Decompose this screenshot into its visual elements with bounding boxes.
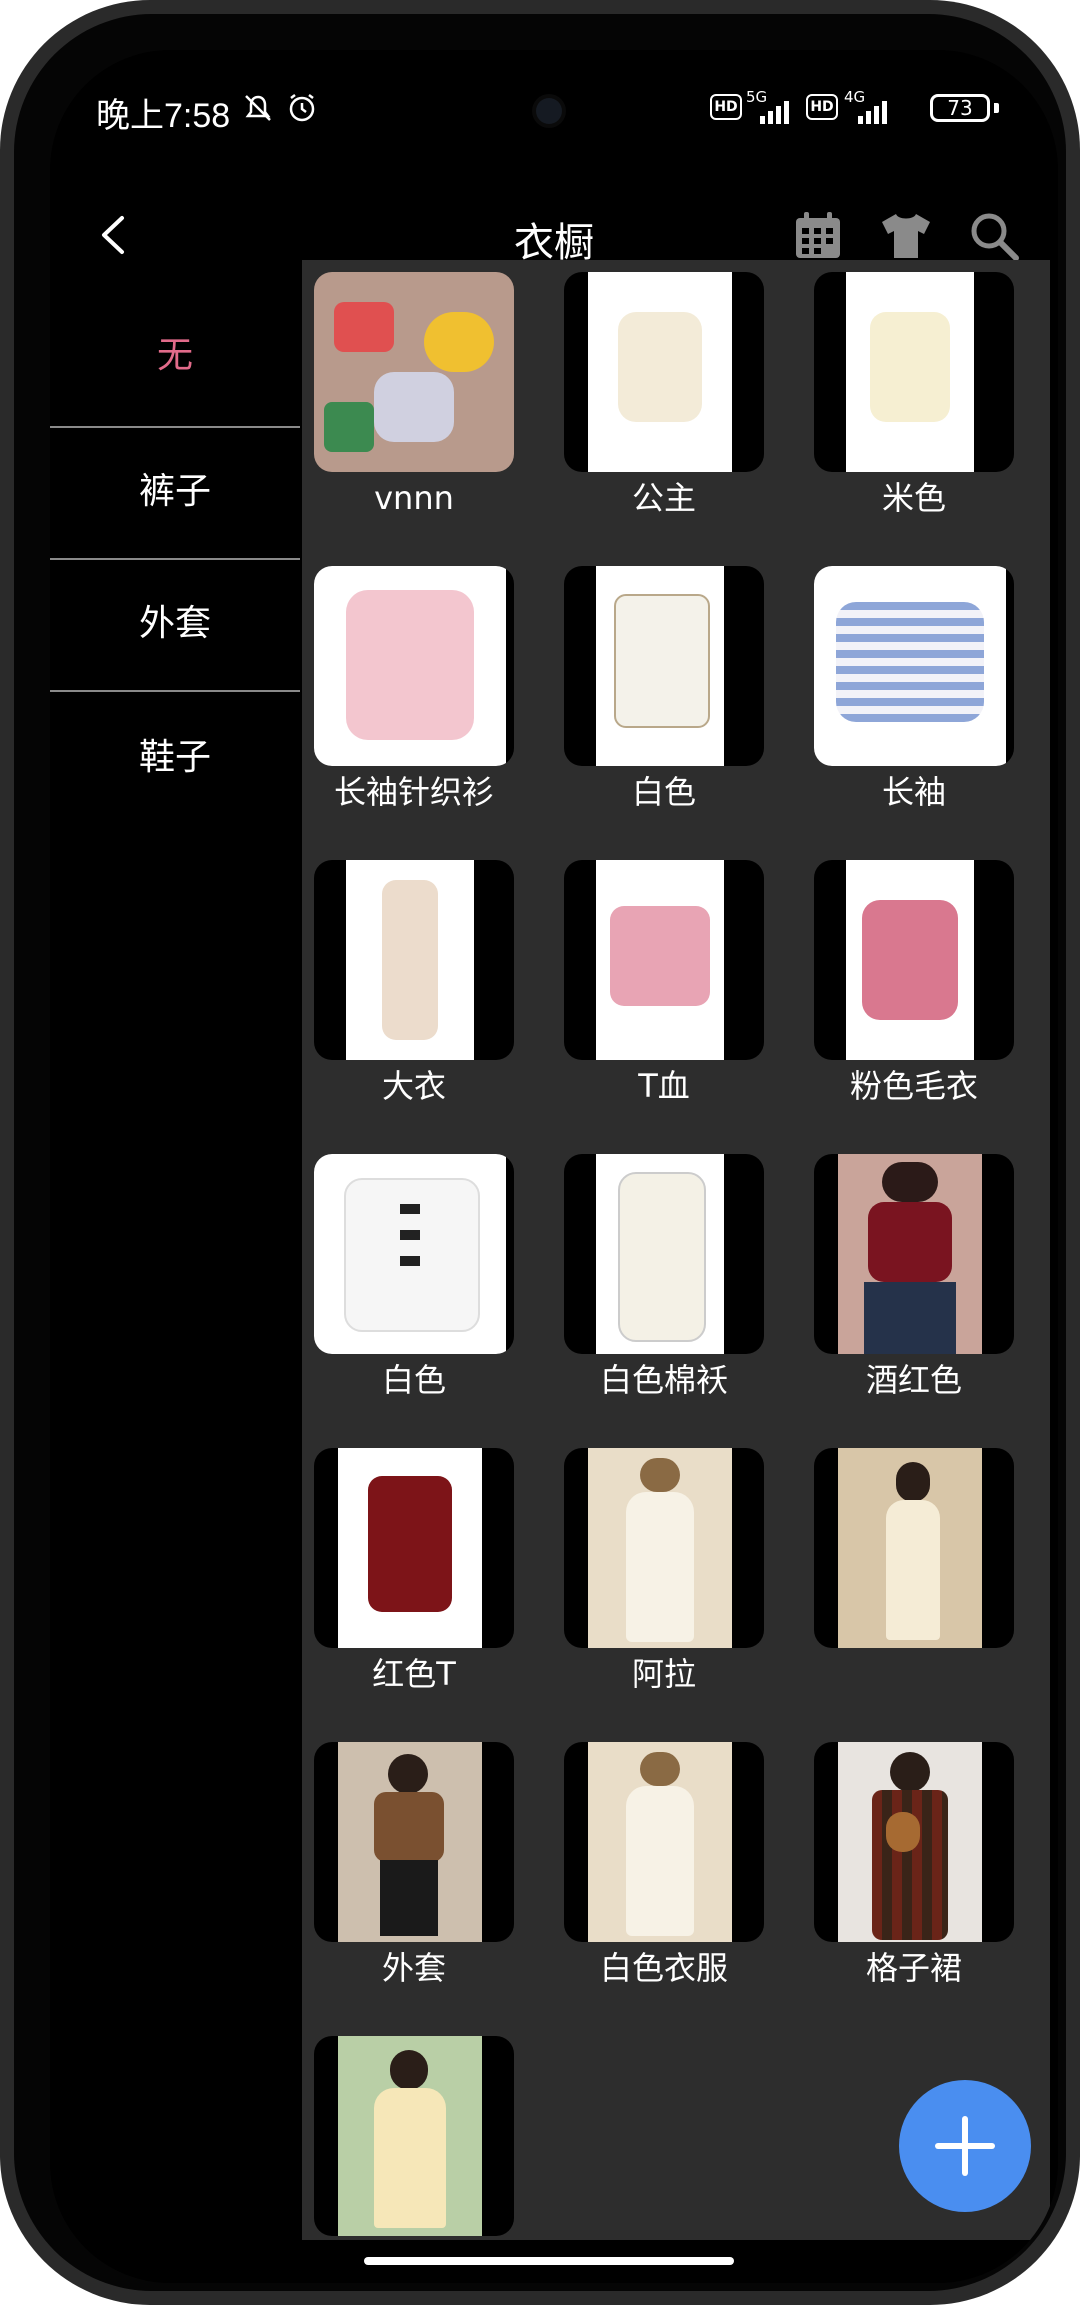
- item-label: vnnn: [374, 479, 454, 517]
- item-label: 酒红色: [865, 1361, 962, 1399]
- item-thumbnail: [814, 1448, 1014, 1648]
- item-label: 白色棉袄: [599, 1361, 728, 1399]
- battery-tip: [994, 103, 999, 113]
- wardrobe-item[interactable]: 格子裙: [814, 1742, 1014, 1988]
- wardrobe-item[interactable]: 长袖针织衫: [314, 566, 514, 812]
- item-thumbnail: [814, 272, 1014, 472]
- item-label: 阿拉: [631, 1655, 696, 1693]
- item-label: 白色: [381, 1361, 446, 1399]
- wardrobe-item[interactable]: 红色T: [314, 1448, 514, 1694]
- item-label: 长袖针织衫: [333, 773, 494, 811]
- item-thumbnail: [814, 566, 1014, 766]
- plus-icon: [962, 2116, 968, 2176]
- phone-bezel: 晚上7:58 HD 5G HD 4G 73 衣橱 无 裤子 外套 鞋子 vnnn…: [14, 14, 1066, 2291]
- signal-icon-2: [858, 101, 887, 124]
- wardrobe-item[interactable]: [814, 1448, 1014, 1654]
- wardrobe-item[interactable]: [314, 2036, 514, 2242]
- wardrobe-item[interactable]: 大衣: [314, 860, 514, 1106]
- wardrobe-item[interactable]: 长袖: [814, 566, 1014, 812]
- item-label: T血: [638, 1067, 690, 1105]
- wardrobe-item[interactable]: 白色: [564, 566, 764, 812]
- wardrobe-item[interactable]: 米色: [814, 272, 1014, 518]
- wardrobe-item[interactable]: 公主: [564, 272, 764, 518]
- item-label: 格子裙: [865, 1949, 962, 1987]
- item-label: 大衣: [381, 1067, 446, 1105]
- hd-badge-1: HD: [710, 94, 742, 120]
- item-thumbnail: [814, 1742, 1014, 1942]
- alarm-icon: [289, 94, 315, 122]
- item-thumbnail: [314, 2036, 514, 2236]
- item-thumbnail: [564, 1154, 764, 1354]
- wardrobe-item[interactable]: 白色: [314, 1154, 514, 1400]
- item-thumbnail: [314, 566, 514, 766]
- item-label: 米色: [881, 479, 946, 517]
- item-thumbnail: [814, 1154, 1014, 1354]
- item-thumbnail: [314, 1154, 514, 1354]
- wardrobe-item[interactable]: 酒红色: [814, 1154, 1014, 1400]
- category-coats[interactable]: 外套: [50, 558, 300, 690]
- wardrobe-item[interactable]: T血: [564, 860, 764, 1106]
- front-camera: [536, 98, 562, 124]
- item-thumbnail: [814, 860, 1014, 1060]
- status-bar: 晚上7:58 HD 5G HD 4G 73: [50, 50, 1058, 170]
- item-thumbnail: [314, 860, 514, 1060]
- add-item-button[interactable]: [899, 2080, 1031, 2212]
- item-label: 外套: [381, 1949, 446, 1987]
- hd-badge-2: HD: [806, 94, 838, 120]
- item-label: 长袖: [881, 773, 946, 811]
- home-indicator[interactable]: [364, 2257, 734, 2265]
- item-thumbnail: [314, 1448, 514, 1648]
- item-thumbnail: [564, 1742, 764, 1942]
- search-icon[interactable]: [966, 208, 1022, 264]
- item-label: 公主: [631, 479, 696, 517]
- item-thumbnail: [564, 566, 764, 766]
- wardrobe-item[interactable]: 粉色毛衣: [814, 860, 1014, 1106]
- phone-frame: 晚上7:58 HD 5G HD 4G 73 衣橱 无 裤子 外套 鞋子 vnnn…: [0, 0, 1080, 2305]
- item-thumbnail: [564, 272, 764, 472]
- mute-icon: [245, 95, 271, 121]
- item-label: 白色衣服: [599, 1949, 728, 1987]
- wardrobe-item[interactable]: 白色衣服: [564, 1742, 764, 1988]
- status-time: 晚上7:58: [96, 97, 231, 135]
- category-shoes[interactable]: 鞋子: [50, 692, 300, 824]
- item-label: 白色: [631, 773, 696, 811]
- wardrobe-item[interactable]: vnnn: [314, 272, 514, 518]
- calendar-icon[interactable]: [790, 208, 846, 264]
- item-thumbnail: [564, 1448, 764, 1648]
- battery-indicator: 73: [930, 94, 990, 122]
- item-label: 红色T: [372, 1655, 456, 1693]
- item-thumbnail: [314, 272, 514, 472]
- wardrobe-item[interactable]: 白色棉袄: [564, 1154, 764, 1400]
- item-label: 粉色毛衣: [849, 1067, 978, 1105]
- item-thumbnail: [564, 860, 764, 1060]
- category-none[interactable]: 无: [50, 290, 300, 422]
- category-pants[interactable]: 裤子: [50, 426, 300, 558]
- screen: 晚上7:58 HD 5G HD 4G 73 衣橱 无 裤子 外套 鞋子 vnnn…: [50, 50, 1058, 2283]
- item-thumbnail: [314, 1742, 514, 1942]
- wardrobe-item[interactable]: 外套: [314, 1742, 514, 1988]
- shirt-icon[interactable]: [878, 208, 934, 264]
- wardrobe-item[interactable]: 阿拉: [564, 1448, 764, 1694]
- signal-icon-1: [760, 101, 789, 124]
